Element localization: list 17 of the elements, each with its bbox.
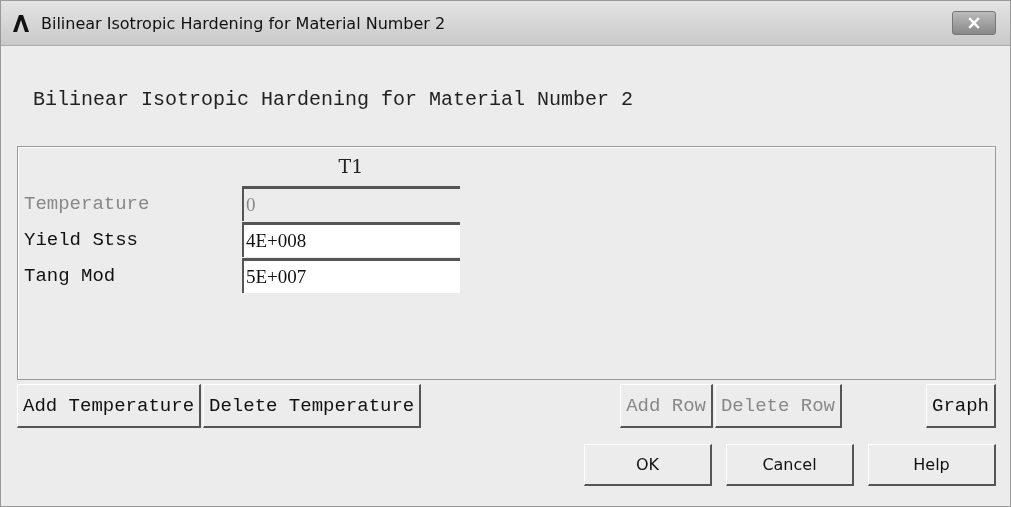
value-field[interactable]: 5E+007 xyxy=(242,258,460,293)
close-icon xyxy=(968,17,980,29)
logo-icon xyxy=(11,13,31,33)
dialog-button[interactable]: OK xyxy=(584,444,712,486)
value-field[interactable]: 4E+008 xyxy=(242,222,460,257)
dialog-button[interactable]: Help xyxy=(868,444,996,486)
row-label: Tang Mod xyxy=(24,264,117,287)
close-button[interactable] xyxy=(952,11,996,35)
dialog-heading: Bilinear Isotropic Hardening for Material Number 2 xyxy=(33,88,635,113)
row-label: Temperature xyxy=(24,192,151,215)
dialog-button[interactable]: Cancel xyxy=(726,444,854,486)
column-header: T1 xyxy=(337,155,365,179)
window-title: Bilinear Isotropic Hardening for Material Number 2 xyxy=(41,13,447,33)
table-button[interactable]: Add Temperature xyxy=(17,384,202,428)
row-label: Yield Stss xyxy=(24,228,140,251)
graph-button[interactable]: Graph xyxy=(926,384,996,428)
table-button[interactable]: Delete Temperature xyxy=(203,384,422,428)
